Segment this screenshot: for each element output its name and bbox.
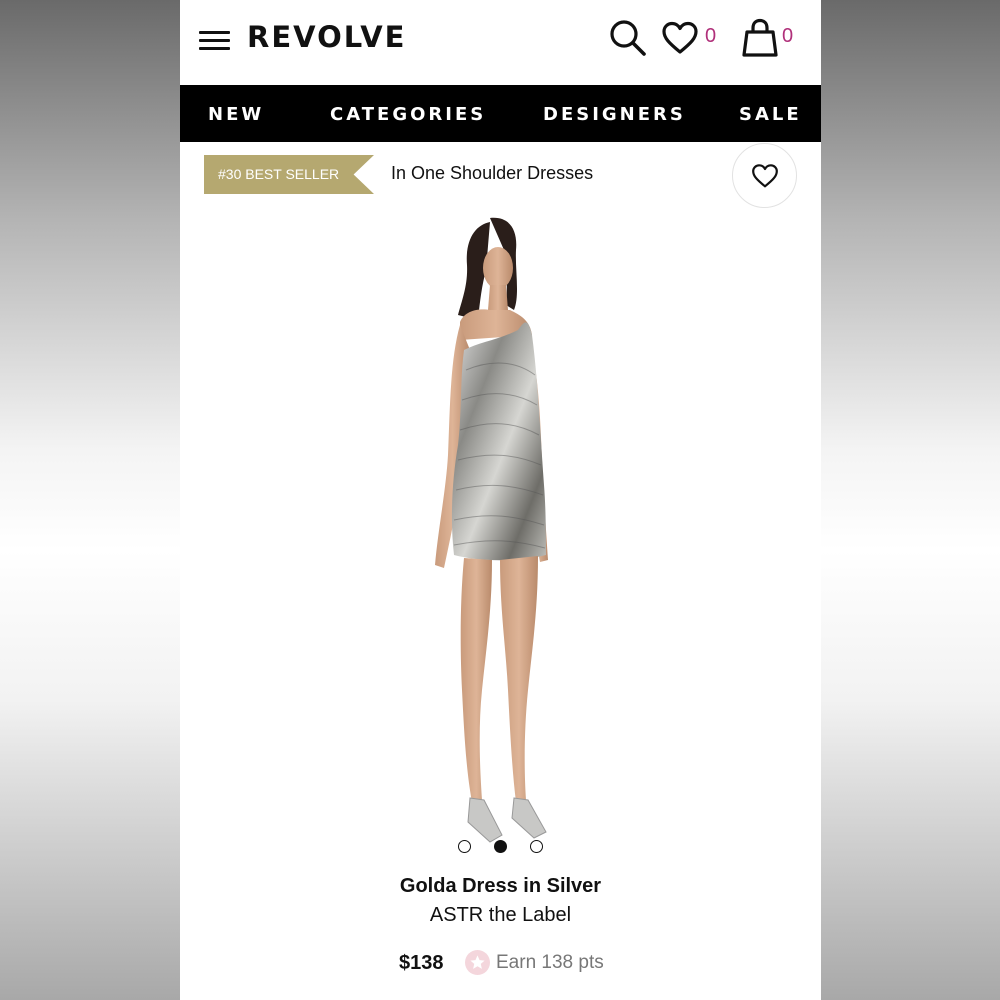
rewards-badge bbox=[465, 950, 490, 975]
product-brand[interactable]: ASTR the Label bbox=[180, 904, 821, 927]
best-seller-category[interactable]: In One Shoulder Dresses bbox=[391, 163, 593, 184]
mobile-page: REVOLVE 0 0 NEW CATEGORIES DESIGNERS SAL… bbox=[180, 0, 821, 1000]
heart-icon[interactable] bbox=[661, 21, 699, 55]
star-icon bbox=[470, 955, 485, 969]
best-seller-badge: #30 BEST SELLER bbox=[204, 155, 374, 194]
bag-count: 0 bbox=[782, 25, 794, 47]
add-to-favorites-button[interactable] bbox=[732, 143, 797, 208]
main-nav: NEW CATEGORIES DESIGNERS SALE bbox=[180, 85, 821, 142]
menu-icon[interactable] bbox=[199, 29, 230, 51]
nav-item-sale[interactable]: SALE bbox=[739, 104, 802, 125]
product-price: $138 bbox=[399, 952, 444, 974]
carousel-dot-2[interactable] bbox=[494, 840, 507, 853]
product-image[interactable] bbox=[420, 210, 580, 865]
product-name: Golda Dress in Silver bbox=[399, 875, 602, 897]
shopping-bag-icon[interactable] bbox=[741, 18, 779, 58]
revolve-logo[interactable]: REVOLVE bbox=[247, 20, 406, 54]
search-icon[interactable] bbox=[608, 18, 648, 58]
site-header: REVOLVE 0 0 bbox=[180, 0, 821, 85]
nav-item-designers[interactable]: DESIGNERS bbox=[543, 104, 686, 125]
heart-icon bbox=[752, 164, 778, 188]
carousel-dot-1[interactable] bbox=[458, 840, 471, 853]
nav-item-new[interactable]: NEW bbox=[208, 104, 264, 125]
carousel-dot-3[interactable] bbox=[530, 840, 543, 853]
reward-points: Earn 138 pts bbox=[496, 952, 604, 973]
wishlist-count: 0 bbox=[705, 25, 717, 47]
nav-item-categories[interactable]: CATEGORIES bbox=[330, 104, 486, 125]
